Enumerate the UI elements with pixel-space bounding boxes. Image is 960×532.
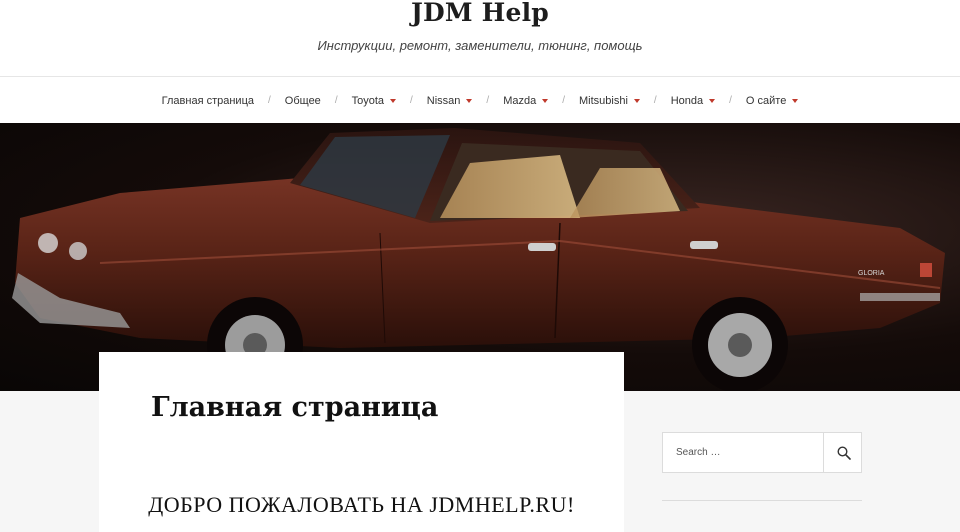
- chevron-down-icon: [633, 98, 640, 103]
- nav-item-label: Общее: [284, 94, 321, 107]
- chevron-down-icon: [466, 98, 473, 103]
- page-title: Главная страница: [151, 392, 439, 423]
- welcome-heading: ДОБРО ПОЖАЛОВАТЬ НА JDMHELP.RU!: [148, 492, 575, 517]
- nav-item-honda[interactable]: Honda: [670, 94, 716, 107]
- nav-item-label: Главная страница: [161, 94, 254, 107]
- nav-item-home[interactable]: Главная страница: [162, 95, 254, 107]
- nav-separator: /: [486, 95, 490, 106]
- nav-item-label: О сайте: [745, 94, 787, 107]
- nav-separator: /: [653, 95, 657, 106]
- chevron-down-icon: [542, 98, 549, 103]
- car-badge: GLORIA: [858, 270, 885, 277]
- sidebar-divider: [662, 500, 862, 501]
- nav-item-general[interactable]: Общее: [285, 95, 321, 107]
- main-content: Главная страница ДОБРО ПОЖАЛОВАТЬ НА JDM…: [99, 352, 624, 532]
- nav-item-about[interactable]: О сайте: [745, 94, 799, 107]
- search-input[interactable]: [663, 433, 823, 472]
- site-tagline: Инструкции, ремонт, заменители, тюнинг, …: [317, 38, 643, 53]
- nav-item-label: Nissan: [426, 94, 461, 107]
- nav-item-nissan[interactable]: Nissan: [427, 95, 473, 107]
- nav-separator: /: [268, 95, 271, 106]
- nav-item-label: Mazda: [503, 94, 537, 107]
- nav-item-label: Toyota: [351, 94, 385, 107]
- car-illustration: GLORIA: [12, 128, 945, 391]
- chevron-down-icon: [709, 98, 716, 103]
- search-button[interactable]: [823, 433, 863, 472]
- site-title[interactable]: JDM Help: [0, 0, 960, 27]
- main-navigation: Главная страница / Общее / Toyota / Niss…: [0, 76, 960, 124]
- nav-separator: /: [334, 95, 338, 106]
- nav-item-label: Mitsubishi: [579, 94, 628, 107]
- chevron-down-icon: [390, 98, 397, 103]
- nav-separator: /: [562, 95, 566, 106]
- nav-separator: /: [729, 95, 732, 106]
- chevron-down-icon: [792, 98, 799, 103]
- nav-item-mazda[interactable]: Mazda: [503, 94, 549, 107]
- nav-separator: /: [410, 95, 413, 106]
- hero-image: GLORIA: [0, 123, 960, 391]
- nav-item-toyota[interactable]: Toyota: [351, 94, 397, 107]
- search-form: [662, 432, 862, 473]
- site-header: JDM Help Инструкции, ремонт, заменители,…: [0, 0, 960, 76]
- nav-item-label: Honda: [670, 94, 704, 107]
- nav-item-mitsubishi[interactable]: Mitsubishi: [579, 95, 640, 107]
- search-icon: [836, 445, 851, 460]
